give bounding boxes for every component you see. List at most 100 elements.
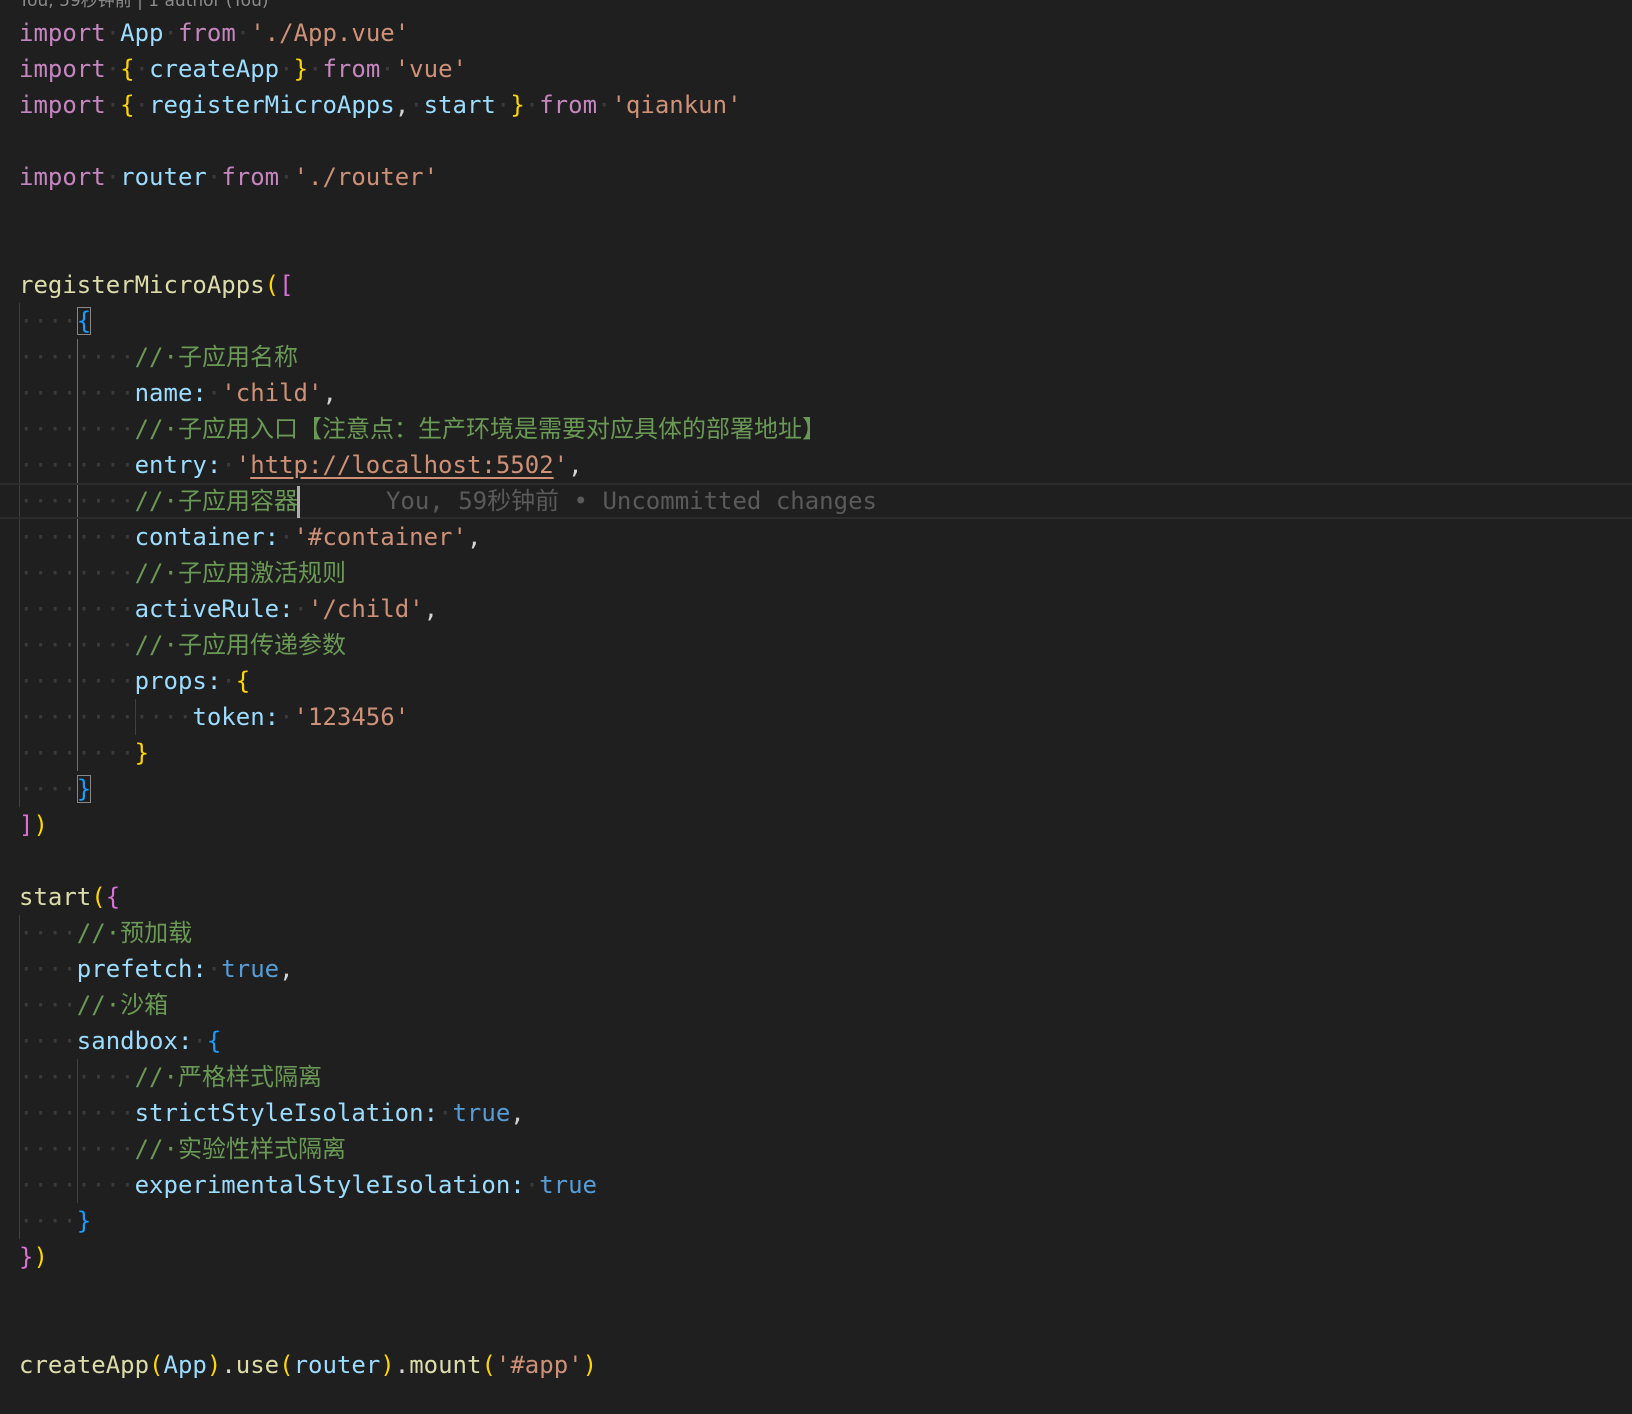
code-line[interactable]: ········//·子应用传递参数 [0, 627, 1632, 663]
code-token: ' [235, 451, 251, 479]
whitespace-marker: ···· [19, 955, 77, 983]
code-token: ( [149, 1351, 164, 1379]
code-token: ( [279, 1351, 294, 1379]
whitespace-marker: · [163, 19, 178, 47]
code-token: true [539, 1171, 597, 1199]
whitespace-marker: ········ [19, 379, 135, 407]
code-token: ) [380, 1351, 395, 1379]
line-content: createApp(App).use(router).mount('#app') [19, 1347, 597, 1383]
whitespace-marker: · [134, 55, 150, 83]
code-line[interactable]: ········//·子应用名称 [0, 339, 1632, 375]
code-line[interactable]: ········entry:·'http://localhost:5502', [0, 447, 1632, 483]
code-line[interactable]: ····//·预加载 [0, 915, 1632, 951]
code-line[interactable]: createApp(App).use(router).mount('#app') [0, 1347, 1632, 1383]
code-line[interactable]: ········name:·'child', [0, 375, 1632, 411]
line-content: ········entry:·'http://localhost:5502', [19, 447, 583, 483]
whitespace-marker: · [105, 91, 121, 119]
code-line[interactable] [0, 1275, 1632, 1311]
whitespace-marker: ········ [19, 631, 135, 659]
whitespace-marker: · [279, 523, 294, 551]
line-content: registerMicroApps([ [19, 267, 294, 303]
code-line[interactable]: ········//·严格样式隔离 [0, 1059, 1632, 1095]
code-line[interactable]: ········strictStyleIsolation:·true, [0, 1095, 1632, 1131]
code-token: true [452, 1099, 511, 1127]
code-line[interactable] [0, 123, 1632, 159]
code-token: //·子应用容器 [134, 487, 298, 515]
code-line[interactable]: registerMicroApps([ [0, 267, 1632, 303]
code-token: } [134, 739, 150, 767]
code-line[interactable]: ········} [0, 735, 1632, 771]
code-line[interactable]: ········//·子应用入口【注意点：生产环境是需要对应具体的部署地址】 [0, 411, 1632, 447]
code-line[interactable]: ····//·沙箱 [0, 987, 1632, 1023]
code-line[interactable]: ····sandbox:·{ [0, 1023, 1632, 1059]
code-token: } [19, 1243, 34, 1271]
code-token: 'child' [221, 379, 323, 407]
line-content: ]) [19, 807, 48, 843]
git-blame-annotation[interactable]: You, 59秒钟前 • Uncommitted changes [386, 487, 877, 515]
code-token: : [192, 955, 207, 983]
code-line[interactable]: ············token:·'123456' [0, 699, 1632, 735]
code-line[interactable]: ········//·实验性样式隔离 [0, 1131, 1632, 1167]
code-token: './App.vue' [250, 19, 410, 47]
code-token: { [206, 1027, 222, 1055]
code-line[interactable]: ]) [0, 807, 1632, 843]
code-token: sandbox [76, 1027, 178, 1055]
code-line[interactable]: ········container:·'#container', [0, 519, 1632, 555]
code-line[interactable]: ········activeRule:·'/child', [0, 591, 1632, 627]
line-content: ········strictStyleIsolation:·true, [19, 1095, 525, 1131]
code-line[interactable] [0, 843, 1632, 879]
code-editor[interactable]: You, 59秒钟前 | 1 author (You) import·App·f… [0, 0, 1632, 1414]
code-line[interactable]: }) [0, 1239, 1632, 1275]
whitespace-marker: · [221, 667, 236, 695]
code-token: } [293, 55, 309, 83]
code-line[interactable]: ········//·子应用容器 You, 59秒钟前 • Uncommitted… [0, 483, 1632, 519]
whitespace-marker: ········ [19, 559, 135, 587]
code-token: , [568, 451, 583, 479]
code-token: import [19, 91, 106, 119]
code-token: start [423, 91, 496, 119]
code-token: import [19, 163, 106, 191]
whitespace-marker: · [206, 163, 222, 191]
code-token: : [423, 1099, 439, 1127]
code-line[interactable]: ····} [0, 1203, 1632, 1239]
code-line[interactable]: import·App·from·'./App.vue' [0, 15, 1632, 51]
line-content: ····//·预加载 [19, 915, 192, 951]
code-line[interactable]: ····prefetch:·true, [0, 951, 1632, 987]
code-token: '#app' [495, 1351, 583, 1379]
code-line[interactable]: import·{·createApp·}·from·'vue' [0, 51, 1632, 87]
code-line[interactable] [0, 195, 1632, 231]
code-line[interactable] [0, 231, 1632, 267]
whitespace-marker: · [308, 55, 323, 83]
code-token: createApp [19, 1351, 150, 1379]
code-line[interactable]: start({ [0, 879, 1632, 915]
line-content: ········//·子应用容器 You, 59秒钟前 • Uncommitted… [19, 485, 877, 518]
whitespace-marker: ···· [19, 1027, 77, 1055]
git-codelens[interactable]: You, 59秒钟前 | 1 author (You) [19, 0, 269, 11]
whitespace-marker: ········ [19, 451, 135, 479]
code-token: true [221, 955, 280, 983]
code-token: '/child' [308, 595, 424, 623]
line-content: ····} [19, 771, 92, 807]
code-line[interactable]: import·router·from·'./router' [0, 159, 1632, 195]
code-line[interactable]: ········props:·{ [0, 663, 1632, 699]
whitespace-marker: ········ [19, 667, 135, 695]
line-content: ····//·沙箱 [19, 987, 168, 1023]
code-token: ) [206, 1351, 222, 1379]
line-content: import·App·from·'./App.vue' [19, 15, 409, 51]
code-token: : [206, 451, 222, 479]
code-line[interactable]: ····} [0, 771, 1632, 807]
code-line[interactable] [0, 1311, 1632, 1347]
code-line[interactable]: ········experimentalStyleIsolation:·true [0, 1167, 1632, 1203]
whitespace-marker: · [206, 379, 222, 407]
code-token: ] [19, 811, 34, 839]
whitespace-marker: · [524, 1171, 540, 1199]
code-token: registerMicroApps [19, 271, 265, 299]
code-token: router [293, 1351, 381, 1379]
code-line[interactable]: import·{·registerMicroApps,·start·}·from… [0, 87, 1632, 123]
code-token: , [423, 595, 439, 623]
whitespace-marker: ···· [19, 775, 77, 803]
code-line[interactable]: ········//·子应用激活规则 [0, 555, 1632, 591]
whitespace-marker: · [495, 91, 511, 119]
whitespace-marker: · [206, 955, 222, 983]
code-line[interactable]: ····{ [0, 303, 1632, 339]
